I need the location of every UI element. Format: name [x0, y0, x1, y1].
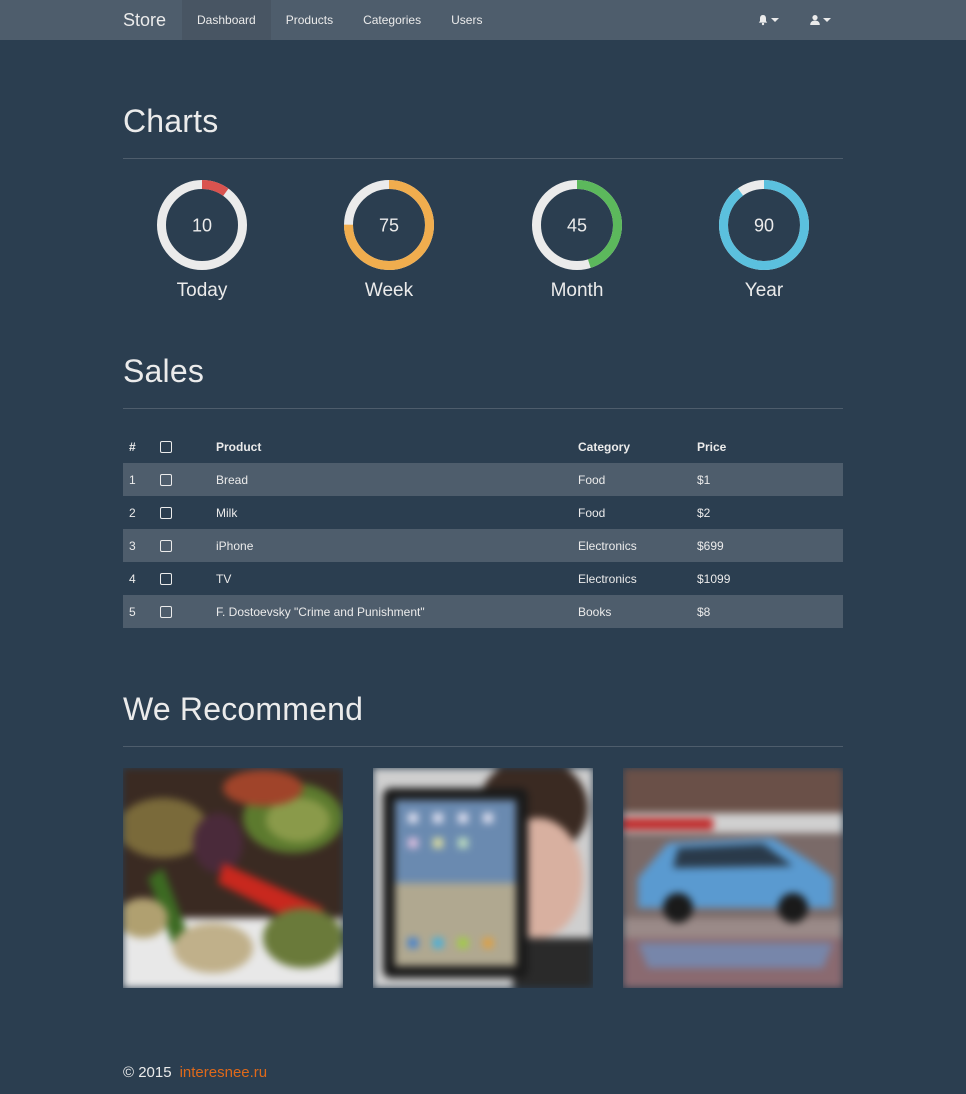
donut-label: Year: [744, 280, 784, 301]
donut-label: Month: [550, 280, 604, 301]
table-row: 4 TV Electronics $1099: [123, 562, 843, 595]
donut-label: Today: [176, 280, 228, 301]
nav-item-products[interactable]: Products: [271, 0, 348, 40]
price-cell: $1: [697, 472, 711, 487]
price-cell: $1099: [697, 571, 731, 586]
product-cell: F. Dostoevsky "Crime and Punishment": [216, 604, 425, 619]
row-number: 3: [129, 538, 136, 553]
charts-row: 10 Today 75 Week 45 Month 90 Year: [123, 178, 843, 308]
main-nav: Dashboard Products Categories Users: [182, 0, 497, 40]
select-all-checkbox[interactable]: [160, 441, 172, 454]
category-cell: Books: [578, 604, 612, 619]
sales-table: # Product Category Price 1 Bread Food $1…: [123, 430, 843, 628]
nav-item-categories[interactable]: Categories: [348, 0, 436, 40]
donut-value: 90: [754, 216, 774, 236]
row-checkbox[interactable]: [160, 474, 172, 487]
donut-label: Week: [364, 280, 414, 301]
nav-right: [757, 0, 831, 40]
table-row: 5 F. Dostoevsky "Crime and Punishment" B…: [123, 595, 843, 628]
charts-heading: Charts: [123, 103, 219, 139]
row-select: [154, 595, 210, 628]
grilled-vegetables-image[interactable]: [123, 768, 343, 988]
price-cell: $2: [697, 505, 711, 520]
category-cell: Food: [578, 472, 606, 487]
category-cell: Electronics: [578, 538, 637, 553]
brand-link[interactable]: Store: [123, 0, 166, 40]
divider: [123, 158, 843, 159]
donut-ring: 10: [157, 180, 247, 270]
donut-chart-today: 10 Today: [142, 178, 262, 302]
notifications-dropdown[interactable]: [757, 14, 779, 26]
chevron-down-icon: [771, 18, 779, 22]
table-row: 3 iPhone Electronics $699: [123, 529, 843, 562]
column-header-select: [154, 430, 210, 463]
donut-ring: 90: [719, 180, 809, 270]
donut-value: 75: [379, 216, 399, 236]
row-number: 1: [129, 472, 136, 487]
column-header-price: Price: [697, 439, 727, 454]
row-number: 4: [129, 571, 136, 586]
row-checkbox[interactable]: [160, 507, 172, 520]
nav-item-users[interactable]: Users: [436, 0, 497, 40]
product-cell: Milk: [216, 505, 238, 520]
column-header-product: Product: [216, 439, 262, 454]
donut-chart-year: 90 Year: [704, 178, 824, 302]
divider: [123, 408, 843, 409]
recommend-gallery: [123, 768, 843, 988]
row-checkbox[interactable]: [160, 573, 172, 586]
blue-car-image[interactable]: [623, 768, 843, 988]
price-cell: $8: [697, 604, 711, 619]
bell-icon: [758, 15, 768, 26]
donut-value: 45: [567, 216, 587, 236]
nav-item-dashboard[interactable]: Dashboard: [182, 0, 271, 40]
table-header-row: # Product Category Price: [123, 430, 843, 463]
footer-link[interactable]: interesnee.ru: [180, 1064, 268, 1081]
tablet-image[interactable]: [373, 768, 593, 988]
product-cell: iPhone: [216, 538, 254, 553]
donut-ring: 45: [532, 180, 622, 270]
product-cell: TV: [216, 571, 232, 586]
table-row: 1 Bread Food $1: [123, 463, 843, 496]
price-cell: $699: [697, 538, 724, 553]
footer: © 2015 interesnee.ru: [123, 1064, 267, 1081]
copyright-text: © 2015: [123, 1064, 172, 1081]
product-cell: Bread: [216, 472, 249, 487]
donut-chart-week: 75 Week: [329, 178, 449, 302]
category-cell: Electronics: [578, 571, 637, 586]
row-select: [154, 529, 210, 562]
row-checkbox[interactable]: [160, 540, 172, 553]
recommend-heading: We Recommend: [123, 691, 364, 727]
column-header-category: Category: [578, 439, 631, 454]
donut-ring: 75: [344, 180, 434, 270]
user-dropdown[interactable]: [809, 14, 831, 26]
column-header-number: #: [129, 439, 136, 454]
table-row: 2 Milk Food $2: [123, 496, 843, 529]
chevron-down-icon: [823, 18, 831, 22]
row-checkbox[interactable]: [160, 606, 172, 619]
sales-heading: Sales: [123, 353, 205, 389]
donut-chart-month: 45 Month: [517, 178, 637, 302]
row-number: 2: [129, 505, 136, 520]
row-number: 5: [129, 604, 136, 619]
category-cell: Food: [578, 505, 606, 520]
user-icon: [810, 15, 820, 25]
row-select: [154, 496, 210, 529]
divider: [123, 746, 843, 747]
row-select: [154, 463, 210, 496]
row-select: [154, 562, 210, 595]
donut-value: 10: [192, 216, 212, 236]
navbar: Store Dashboard Products Categories User…: [0, 0, 966, 40]
